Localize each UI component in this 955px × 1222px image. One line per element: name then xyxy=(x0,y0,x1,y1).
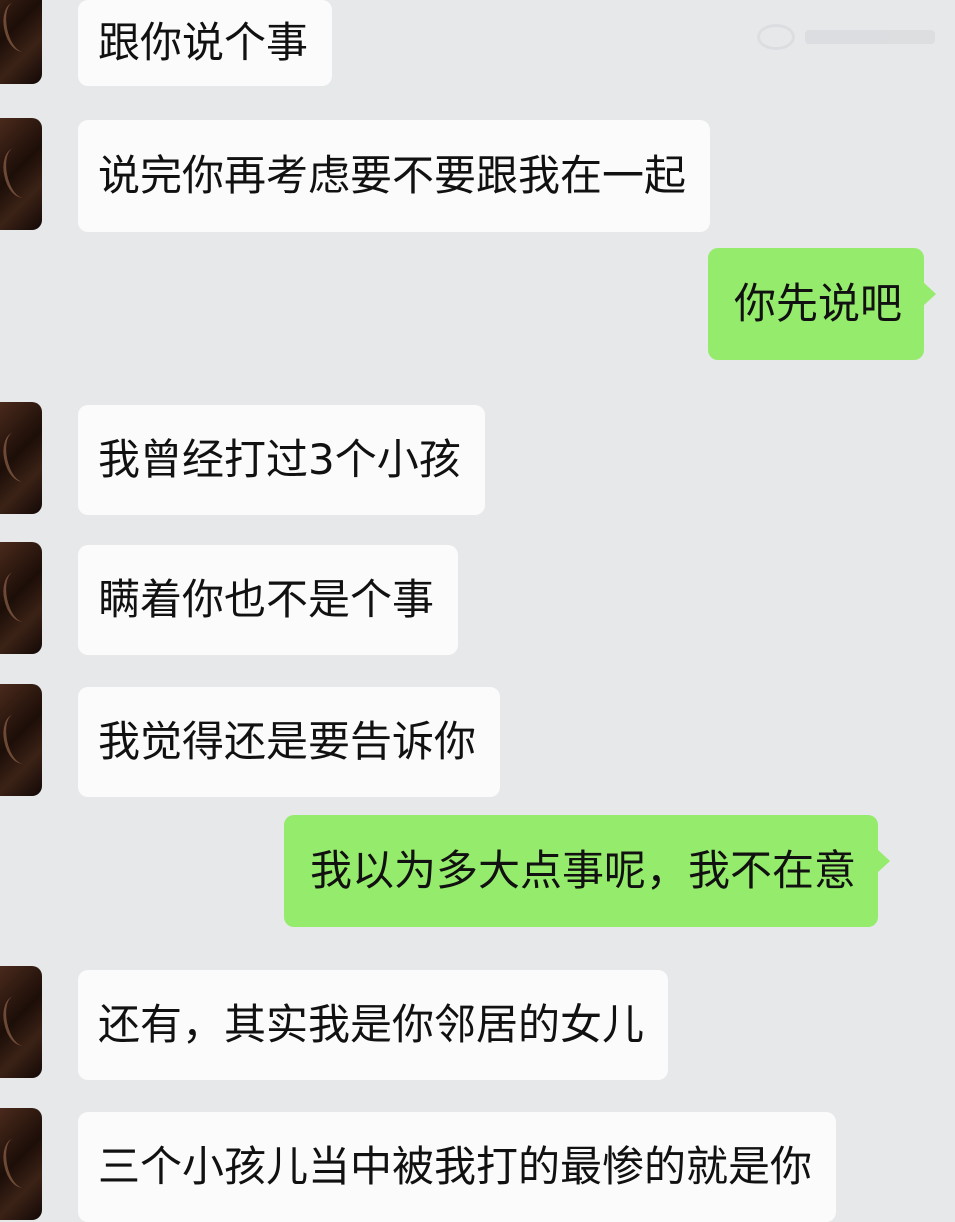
message-bubble-incoming[interactable]: 还有，其实我是你邻居的女儿 xyxy=(78,970,669,1080)
message-bubble-incoming[interactable]: 说完你再考虑要不要跟我在一起 xyxy=(78,120,711,232)
message-bubble-outgoing[interactable]: 你先说吧 xyxy=(708,248,937,360)
message-bubble-incoming[interactable]: 三个小孩儿当中被我打的最惨的就是你 xyxy=(78,1112,837,1222)
message-text: 我以为多大点事呢，我不在意 xyxy=(310,846,857,895)
message-text: 我觉得还是要告诉你 xyxy=(98,717,477,766)
contact-avatar[interactable] xyxy=(0,402,42,514)
watermark-text-blur xyxy=(805,30,935,44)
watermark-icon xyxy=(757,24,795,50)
message-bubble-incoming[interactable]: 我觉得还是要告诉你 xyxy=(78,687,501,797)
message-bubble-incoming[interactable]: 我曾经打过3个小孩 xyxy=(78,405,485,515)
message-text: 三个小孩儿当中被我打的最惨的就是你 xyxy=(98,1142,813,1191)
contact-avatar[interactable] xyxy=(0,966,42,1078)
contact-avatar[interactable] xyxy=(0,118,42,230)
contact-avatar[interactable] xyxy=(0,542,42,654)
message-text: 还有，其实我是你邻居的女儿 xyxy=(98,1000,645,1049)
watermark-logo xyxy=(757,22,947,56)
message-bubble-incoming[interactable]: 瞒着你也不是个事 xyxy=(78,545,459,655)
message-text: 说完你再考虑要不要跟我在一起 xyxy=(98,151,687,200)
message-text: 跟你说个事 xyxy=(98,18,309,67)
contact-avatar[interactable] xyxy=(0,1108,42,1220)
message-bubble-outgoing[interactable]: 我以为多大点事呢，我不在意 xyxy=(284,815,891,927)
contact-avatar[interactable] xyxy=(0,0,42,84)
message-text: 我曾经打过3个小孩 xyxy=(98,435,461,484)
message-text: 你先说吧 xyxy=(734,279,903,328)
contact-avatar[interactable] xyxy=(0,684,42,796)
chat-conversation: 跟你说个事 说完你再考虑要不要跟我在一起 你先说吧 我曾经打过3个小孩 瞒着你也… xyxy=(0,0,955,1222)
message-text: 瞒着你也不是个事 xyxy=(98,575,435,624)
message-bubble-incoming[interactable]: 跟你说个事 xyxy=(78,0,333,86)
